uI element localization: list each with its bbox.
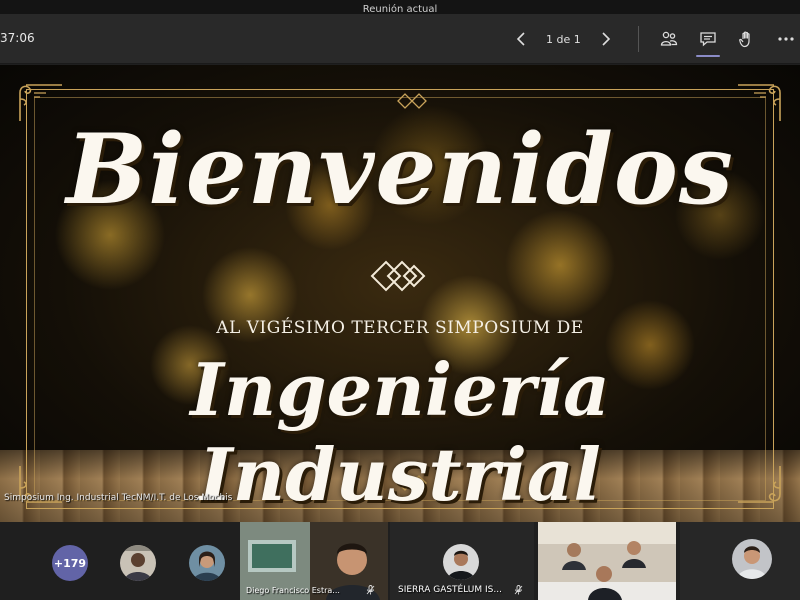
participant-photo [120, 545, 156, 581]
chat-button[interactable] [696, 27, 720, 57]
participant-video-tile[interactable] [538, 522, 676, 600]
raise-hand-icon [739, 31, 750, 48]
participant-audio-tile[interactable]: SIERRA GASTÉLUM IS... [390, 522, 534, 600]
meeting-toolbar: 37:06 1 de 1 [0, 14, 800, 64]
participant-video-tile[interactable] [680, 522, 800, 600]
diamond-ornament-top [397, 93, 427, 109]
participant-photo [443, 544, 479, 580]
diamond-ornament-center [370, 260, 426, 292]
slide-page-indicator: 1 de 1 [546, 32, 581, 46]
slide-title: Ingeniería Industrial [190, 347, 610, 517]
more-options-icon [778, 37, 794, 41]
microphone-muted-icon [514, 585, 523, 595]
avatar [732, 539, 772, 579]
participant-name: Diego Francisco Estra... [246, 586, 340, 595]
window-title: Reunión actual [362, 4, 438, 15]
participant-photo [189, 545, 225, 581]
participant-video [538, 522, 676, 600]
raise-hand-button[interactable] [735, 27, 759, 51]
avatar [443, 544, 479, 580]
meeting-timer: 37:06 [0, 31, 35, 45]
presenter-caption: Simposium Ing. Industrial TecNM/I.T. de … [4, 493, 233, 503]
toolbar-divider [638, 26, 639, 52]
avatar[interactable] [189, 545, 225, 581]
participants-icon [660, 31, 678, 46]
overflow-participants-button[interactable]: +179 [52, 545, 88, 581]
chevron-right-icon [602, 32, 610, 46]
shared-presentation: Bienvenidos AL VIGÉSIMO TERCER SIMPOSIUM… [0, 65, 800, 522]
slide-subtitle: AL VIGÉSIMO TERCER SIMPOSIUM DE [216, 318, 584, 338]
chat-icon [700, 32, 716, 47]
window-title-bar: Reunión actual [0, 0, 800, 15]
more-options-button[interactable] [774, 27, 798, 51]
next-slide-button[interactable] [595, 24, 617, 54]
participants-button[interactable] [657, 27, 681, 51]
microphone-muted-icon [366, 585, 375, 595]
participant-video-tile[interactable]: Diego Francisco Estra... [240, 522, 388, 600]
avatar[interactable] [120, 545, 156, 581]
slide-heading: Bienvenidos [66, 113, 734, 226]
participant-name: SIERRA GASTÉLUM IS... [398, 585, 502, 595]
participant-gallery: +179 Diego Francisco Estra... SIERRA GAS… [0, 522, 800, 600]
participant-photo [732, 539, 772, 579]
chevron-left-icon [516, 32, 525, 46]
previous-slide-button[interactable] [510, 24, 532, 54]
slide-pager: 1 de 1 [510, 24, 617, 54]
